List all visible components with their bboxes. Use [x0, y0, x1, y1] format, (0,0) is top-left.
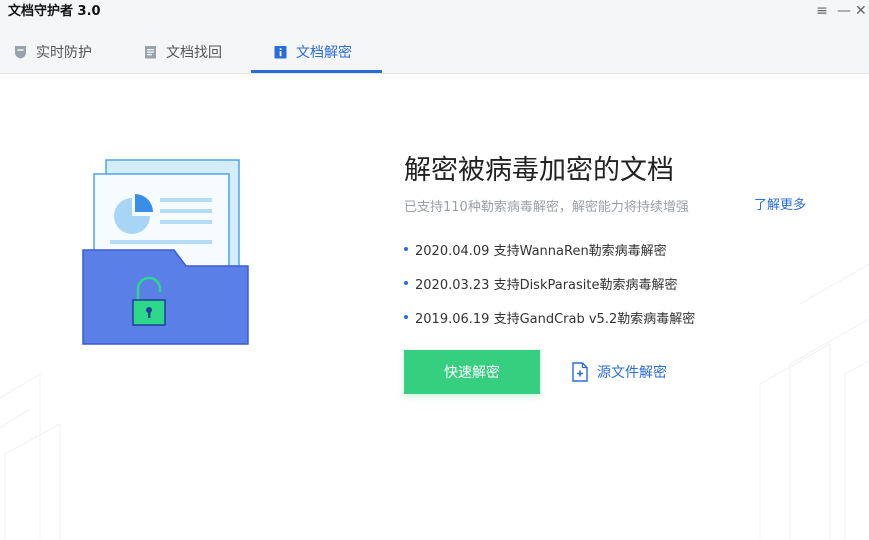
- tab-label: 文档找回: [166, 44, 222, 61]
- quick-decrypt-button[interactable]: 快速解密: [404, 350, 540, 394]
- tab-label: 文档解密: [296, 44, 352, 61]
- list-item: 2020.03.23 支持DiskParasite勒索病毒解密: [404, 266, 864, 300]
- info-icon: [274, 45, 287, 59]
- app-window: 文档守护者 3.0 ≡ — ✕ 实时防护 文档找回 文档解密 解密被病毒加密的文…: [0, 0, 869, 540]
- decrypt-info: 解密被病毒加密的文档 已支持110种勒索病毒解密，解密能力将持续增强 了解更多 …: [404, 152, 864, 396]
- title-bar: 文档守护者 3.0 ≡ — ✕: [0, 0, 869, 30]
- support-description: 已支持110种勒索病毒解密，解密能力将持续增强 了解更多: [404, 194, 864, 215]
- app-title: 文档守护者 3.0: [8, 4, 101, 19]
- tab-document-decryption[interactable]: 文档解密: [274, 30, 352, 73]
- tab-bar: 实时防护 文档找回 文档解密: [0, 30, 869, 74]
- bullet-icon: [404, 315, 408, 319]
- shield-icon: [14, 45, 27, 59]
- page-title: 解密被病毒加密的文档: [404, 155, 674, 186]
- minimize-icon[interactable]: —: [833, 0, 855, 22]
- file-add-icon: [571, 362, 589, 382]
- list-item: 2019.06.19 支持GandCrab v5.2勒索病毒解密: [404, 300, 864, 334]
- close-icon[interactable]: ✕: [855, 0, 869, 22]
- menu-icon[interactable]: ≡: [811, 0, 833, 22]
- update-list: 2020.04.09 支持WannaRen勒索病毒解密 2020.03.23 支…: [404, 232, 864, 334]
- decrypt-panel: 解密被病毒加密的文档 已支持110种勒索病毒解密，解密能力将持续增强 了解更多 …: [0, 74, 869, 540]
- tab-realtime-protection[interactable]: 实时防护: [14, 30, 92, 73]
- tab-document-recovery[interactable]: 文档找回: [144, 30, 222, 73]
- action-row: 快速解密 源文件解密: [404, 350, 864, 396]
- active-tab-indicator: [251, 70, 382, 73]
- support-text: 已支持110种勒索病毒解密，解密能力将持续增强: [404, 200, 689, 215]
- list-item: 2020.04.09 支持WannaRen勒索病毒解密: [404, 232, 864, 266]
- document-lock-illustration: [82, 159, 249, 345]
- tab-label: 实时防护: [36, 44, 92, 61]
- update-text: 2020.04.09 支持WannaRen勒索病毒解密: [415, 243, 667, 259]
- source-file-decrypt-button[interactable]: 源文件解密: [571, 362, 667, 382]
- window-controls: ≡ — ✕: [811, 0, 869, 22]
- bullet-icon: [404, 247, 408, 251]
- document-icon: [144, 45, 157, 59]
- update-text: 2019.06.19 支持GandCrab v5.2勒索病毒解密: [415, 311, 696, 327]
- bullet-icon: [404, 281, 408, 285]
- source-file-decrypt-label: 源文件解密: [597, 365, 667, 381]
- update-text: 2020.03.23 支持DiskParasite勒索病毒解密: [415, 277, 678, 293]
- learn-more-link[interactable]: 了解更多: [754, 194, 806, 213]
